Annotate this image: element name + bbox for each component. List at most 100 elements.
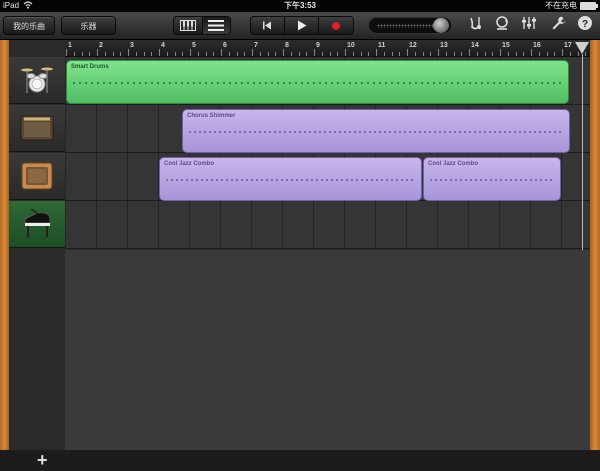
ruler-tick: [244, 52, 246, 56]
ruler-tick: [523, 52, 525, 56]
grand-piano-icon: [24, 209, 51, 237]
right-wood-panel: [590, 40, 600, 450]
ruler-tick: [445, 52, 447, 56]
rewind-icon: [263, 21, 272, 30]
track-header-piano[interactable]: [9, 201, 65, 248]
ruler-tick: [135, 52, 137, 56]
ruler-tick: [546, 52, 548, 56]
ruler-tick: [376, 49, 377, 56]
region-chorus-shimmer[interactable]: Chorus Shimmer: [182, 109, 570, 153]
track-header-jazz-amp[interactable]: [9, 153, 65, 200]
instruments-button[interactable]: 乐器: [61, 16, 116, 35]
ruler-tick: [337, 52, 339, 56]
ruler-tick: [360, 52, 362, 56]
ruler-bar-number: 2: [99, 42, 103, 49]
region-notes: [430, 179, 554, 181]
ruler-tick: [430, 52, 432, 56]
empty-track-space: [65, 250, 590, 450]
ruler-tick: [174, 52, 176, 56]
ruler-bar-number: 15: [502, 42, 510, 49]
track-header-drums[interactable]: [9, 57, 65, 104]
ruler-tick: [391, 52, 393, 56]
region-label: Cool Jazz Combo: [164, 161, 215, 167]
my-songs-button[interactable]: 我的乐曲: [3, 16, 55, 35]
region-cool-jazz-combo-2[interactable]: Cool Jazz Combo: [423, 157, 561, 201]
track-header-guitar-amp[interactable]: [9, 105, 65, 152]
play-button[interactable]: [284, 17, 320, 34]
ruler-tick: [197, 52, 199, 56]
ruler-tick: [252, 49, 253, 56]
ruler-tick: [221, 49, 222, 56]
timeline-ruler[interactable]: 1 2 3 4 5 6 7 8 9 10 11 12 13 14 15 16 17: [65, 40, 590, 57]
record-icon: [332, 21, 341, 30]
playhead-line: [582, 54, 583, 250]
region-label: Smart Drums: [71, 64, 109, 70]
ruler-tick: [399, 52, 401, 56]
ruler-bar-number: 17: [564, 42, 572, 49]
ruler-tick: [151, 52, 153, 56]
ruler-bar-number: 8: [285, 42, 289, 49]
add-track-button[interactable]: +: [37, 450, 48, 471]
settings-button[interactable]: [549, 15, 569, 35]
rewind-button[interactable]: [251, 17, 285, 34]
region-smart-drums[interactable]: Smart Drums: [66, 60, 569, 104]
ruler-tick: [166, 52, 168, 56]
view-toggle: [173, 16, 231, 35]
tracks-list-icon: [208, 20, 225, 31]
ruler-tick: [352, 52, 354, 56]
ruler-tick: [554, 52, 556, 56]
volume-scale: [377, 24, 437, 28]
ruler-tick: [484, 52, 486, 56]
metronome-button[interactable]: [466, 15, 486, 35]
master-volume-slider[interactable]: [368, 17, 452, 34]
ruler-tick: [143, 52, 145, 56]
ruler-bar-number: 7: [254, 42, 258, 49]
ruler-tick: [407, 49, 408, 56]
ruler-tick: [507, 52, 509, 56]
region-label: Chorus Shimmer: [187, 113, 236, 119]
ruler-tick: [469, 49, 470, 56]
wrench-icon: [552, 16, 566, 30]
ruler-tick: [476, 52, 478, 56]
track-lane-piano[interactable]: [65, 201, 590, 249]
playhead-handle[interactable]: [575, 42, 589, 54]
charging-label: 不在充电: [545, 1, 577, 10]
help-button[interactable]: ?: [575, 15, 595, 35]
ruler-tick: [492, 52, 494, 56]
ruler-bar-number: 13: [440, 42, 448, 49]
ruler-tick: [182, 52, 184, 56]
region-cool-jazz-combo-1[interactable]: Cool Jazz Combo: [159, 157, 422, 201]
ruler-tick: [73, 52, 75, 56]
instrument-view-button[interactable]: [174, 17, 203, 34]
ruler-tick: [159, 49, 160, 56]
transport-controls: [250, 16, 354, 35]
ruler-tick: [283, 49, 284, 56]
region-label: Cool Jazz Combo: [428, 161, 479, 167]
ruler-tick: [81, 52, 83, 56]
ruler-tick: [275, 52, 277, 56]
status-bar: iPad 下午3:53 不在充电: [0, 0, 600, 12]
region-notes: [73, 82, 562, 84]
guitar-amp-icon: [20, 115, 54, 141]
mixer-button[interactable]: [519, 15, 539, 35]
help-glyph: ?: [582, 19, 588, 30]
ruler-bar-number: 16: [533, 42, 541, 49]
record-button[interactable]: [319, 17, 353, 34]
region-notes: [189, 131, 563, 133]
ruler-bar-number: 1: [68, 42, 72, 49]
status-time: 下午3:53: [283, 1, 316, 10]
ruler-tick: [538, 52, 540, 56]
ruler-tick: [422, 52, 424, 56]
loop-button[interactable]: [492, 15, 512, 35]
ruler-tick: [190, 49, 191, 56]
left-wood-panel: [0, 40, 9, 450]
ruler-tick: [213, 52, 215, 56]
ruler-tick: [500, 49, 501, 56]
ruler-tick: [453, 52, 455, 56]
volume-knob[interactable]: [433, 18, 449, 33]
ruler-tick: [314, 49, 315, 56]
ruler-bar-number: 5: [192, 42, 196, 49]
toolbar: 我的乐曲 乐器 ?: [0, 12, 600, 40]
tracks-view-button[interactable]: [202, 17, 230, 34]
ruler-tick: [515, 52, 517, 56]
